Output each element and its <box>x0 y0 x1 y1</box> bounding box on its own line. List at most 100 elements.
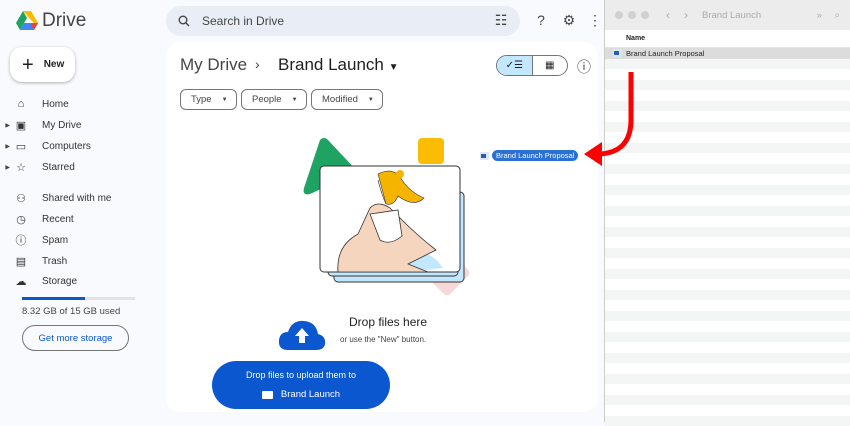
empty-row <box>605 374 850 385</box>
empty-row <box>605 321 850 332</box>
empty-row <box>605 80 850 91</box>
file-row[interactable]: Brand Launch Proposal <box>605 48 850 59</box>
sidebar-item-starred[interactable]: ▶☆ Starred <box>0 157 160 177</box>
help-icon[interactable]: ? <box>532 12 550 30</box>
empty-row <box>605 143 850 154</box>
get-more-storage-button[interactable]: Get more storage <box>22 325 129 351</box>
file-name: Brand Launch Proposal <box>626 49 704 58</box>
nav-label: My Drive <box>42 120 81 131</box>
dropdown-icon: ▼ <box>222 97 228 103</box>
sidebar-item-trash[interactable]: ▤Trash <box>0 251 160 271</box>
close-window-button[interactable] <box>615 11 623 19</box>
empty-folder-illustration <box>298 136 478 306</box>
app-name: Drive <box>42 10 86 32</box>
upload-text: Drop files to upload them to <box>212 370 390 380</box>
column-header-name[interactable]: Name <box>605 30 850 48</box>
empty-row <box>605 69 850 80</box>
sidebar-item-spam[interactable]: ⓘ Spam <box>0 230 160 250</box>
finder-search-icon[interactable]: ⌕ <box>835 10 840 21</box>
empty-row <box>605 174 850 185</box>
empty-row <box>605 227 850 238</box>
nav-label: Computers <box>42 141 91 152</box>
search-input[interactable]: Search in Drive <box>166 6 520 36</box>
empty-row <box>605 405 850 416</box>
list-view-icon[interactable]: ✓☰ <box>497 56 533 75</box>
filter-modified[interactable]: Modified ▼ <box>311 89 383 110</box>
minimize-window-button[interactable] <box>628 11 636 19</box>
empty-row <box>605 258 850 269</box>
breadcrumb-separator-icon: › <box>255 56 260 72</box>
finder-title: Brand Launch <box>702 10 761 21</box>
filter-people[interactable]: People▼ <box>241 89 307 110</box>
expand-caret-icon[interactable]: ▶ <box>0 143 14 150</box>
empty-row <box>605 164 850 175</box>
drop-subtitle: or use the "New" button. <box>340 335 426 344</box>
dragged-file[interactable]: Brand Launch Proposal <box>480 150 578 161</box>
empty-row <box>605 416 850 426</box>
empty-row <box>605 185 850 196</box>
back-icon[interactable]: ‹ <box>666 8 670 22</box>
document-icon <box>613 49 622 57</box>
empty-row <box>605 342 850 353</box>
new-button[interactable]: +New <box>10 47 75 82</box>
filter-label: Type <box>191 94 212 105</box>
empty-row <box>605 384 850 395</box>
sidebar-item-recent[interactable]: ◷Recent <box>0 209 160 229</box>
nav-label: Home <box>42 99 69 110</box>
drop-title: Drop files here <box>349 315 427 329</box>
cloud-icon: ☁ <box>14 274 28 288</box>
empty-row <box>605 300 850 311</box>
storage-text: 8.32 GB of 15 GB used <box>22 306 120 317</box>
empty-row <box>605 153 850 164</box>
expand-caret-icon[interactable]: ▶ <box>0 122 14 129</box>
expand-caret-icon[interactable]: ▶ <box>0 164 14 171</box>
view-toggle[interactable]: ✓☰▦ <box>496 55 568 76</box>
computers-icon: ▭ <box>14 139 28 153</box>
storage-bar-fill <box>22 297 85 300</box>
empty-row <box>605 332 850 343</box>
empty-row <box>605 90 850 101</box>
filter-type[interactable]: Type ▼ <box>180 89 237 110</box>
star-icon: ☆ <box>14 160 28 174</box>
home-icon: ⌂ <box>14 97 28 111</box>
red-arrow-annotation <box>580 70 640 170</box>
empty-row <box>605 132 850 143</box>
filter-label: Modified <box>322 94 358 105</box>
empty-row <box>605 290 850 301</box>
sidebar-item-home[interactable]: ⌂ Home <box>0 94 160 114</box>
folder-icon <box>262 391 273 399</box>
settings-gear-icon[interactable]: ⚙ <box>560 12 578 30</box>
forward-icon[interactable]: › <box>684 8 688 22</box>
empty-row <box>605 395 850 406</box>
empty-row <box>605 363 850 374</box>
sidebar-item-my-drive[interactable]: ▶▣My Drive <box>0 115 160 135</box>
shared-icon: ⚇ <box>14 191 28 205</box>
upload-drop-target[interactable]: Drop files to upload them to Brand Launc… <box>212 361 390 409</box>
search-icon <box>178 15 190 27</box>
dropdown-icon: ▼ <box>292 97 298 103</box>
breadcrumb-my-drive[interactable]: My Drive <box>180 55 247 75</box>
cloud-upload-icon <box>278 318 326 350</box>
breadcrumb-current-folder[interactable]: Brand Launch ▼ <box>278 55 399 75</box>
nav-label: Storage <box>42 276 77 287</box>
grid-view-icon[interactable]: ▦ <box>533 56 568 75</box>
finder-file-list: Brand Launch Proposal <box>605 48 850 426</box>
drive-logo-icon <box>16 11 38 30</box>
sidebar-item-shared[interactable]: ⚇Shared with me <box>0 188 160 208</box>
spam-icon: ⓘ <box>14 233 28 247</box>
dropdown-icon: ▼ <box>368 97 374 103</box>
upload-folder-name: Brand Launch <box>281 389 340 400</box>
finder-window: ‹ › Brand Launch » ⌕ Name Brand Launch P… <box>604 0 850 422</box>
nav-label: Spam <box>42 235 68 246</box>
sidebar-item-storage[interactable]: ☁ Storage <box>0 271 160 291</box>
zoom-window-button[interactable] <box>641 11 649 19</box>
search-options-icon[interactable]: ☷ <box>492 12 510 30</box>
empty-row <box>605 248 850 259</box>
more-icon[interactable]: » <box>817 10 822 21</box>
nav-label: Trash <box>42 256 67 267</box>
empty-row <box>605 311 850 322</box>
nav-label: Starred <box>42 162 75 173</box>
clock-icon: ◷ <box>14 212 28 226</box>
sidebar-item-computers[interactable]: ▶▭ Computers <box>0 136 160 156</box>
empty-row <box>605 206 850 217</box>
